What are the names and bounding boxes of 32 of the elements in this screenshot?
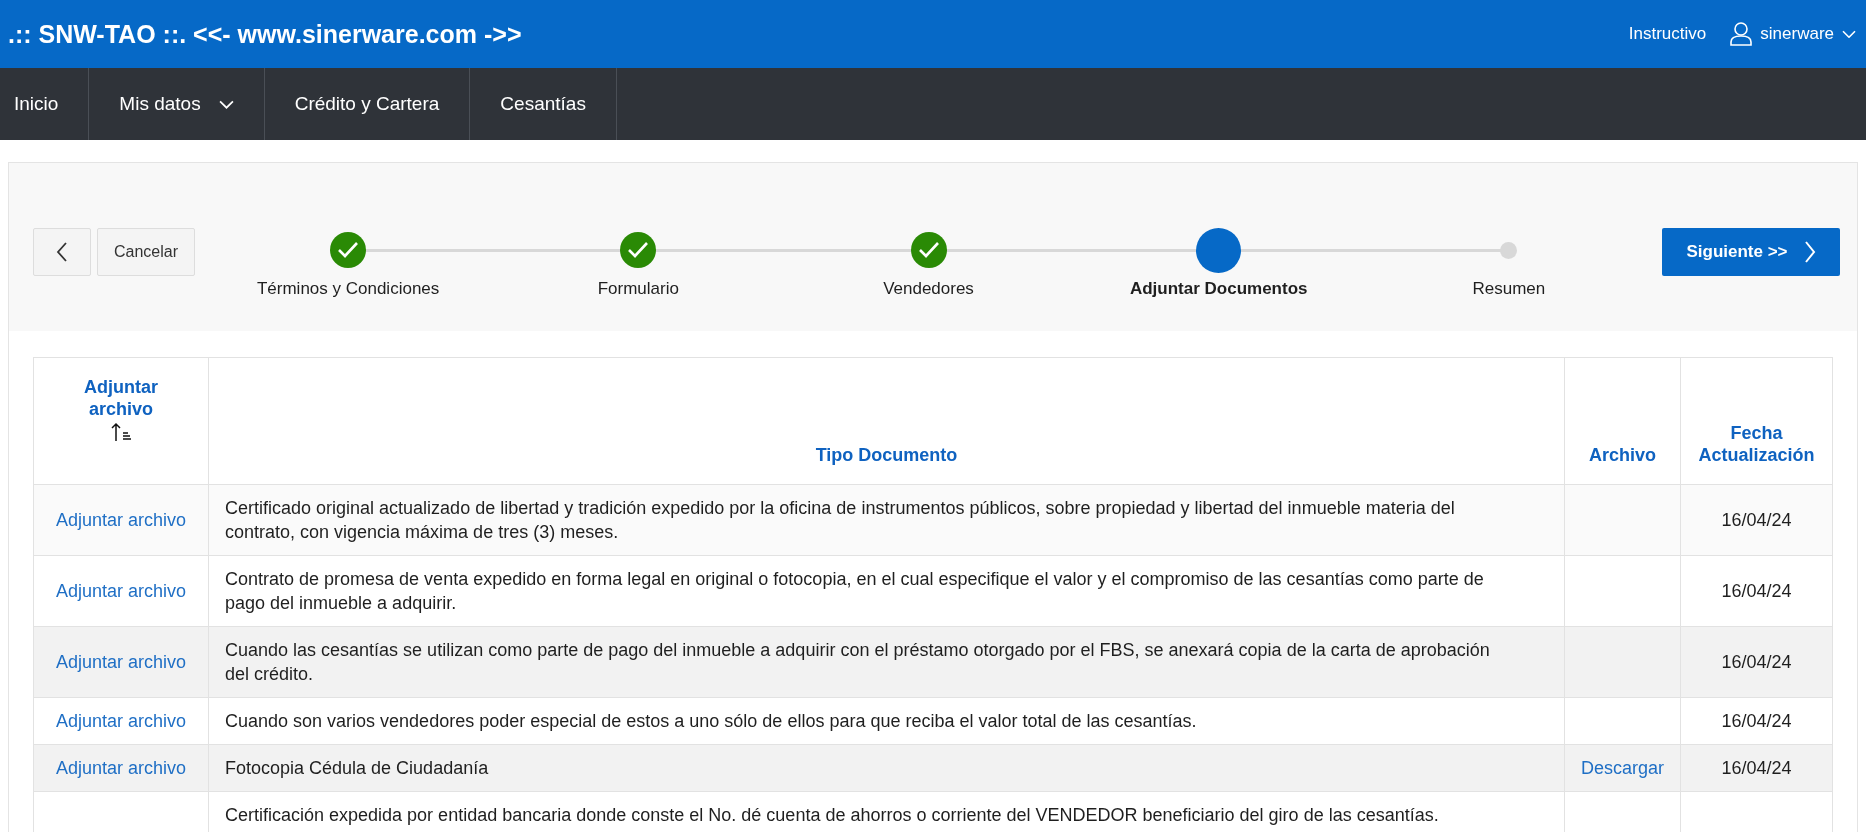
column-header[interactable]: Tipo Documento [217,444,1556,466]
document-type-cell: Certificado original actualizado de libertad y tradición expedido por la oficina de instrumentos públicos, sobre propiedad y libertad del inmueble materia del contrato, con vigencia máxima de tres (3) meses. [225,498,1455,542]
document-type-cell: Certificación expedida por entidad bancaria donde conste el No. dé cuenta de ahorros o corriente del VENDEDOR beneficiario del giro de las cesantías. [225,805,1439,825]
nav-menu-item[interactable]: Mis datos [89,68,265,140]
step-label: Formulario [597,279,679,299]
nav-menu-item[interactable]: Cesantías [470,68,617,140]
step-label: Adjuntar Documentos [1129,279,1308,299]
next-button[interactable]: Siguiente >> [1662,228,1840,276]
date-cell: 16/04/24 [1721,711,1792,731]
chevron-right-icon [1803,241,1816,263]
step-label: Términos y Condiciones [256,279,440,299]
header-link[interactable]: Instructivo [1628,24,1707,44]
document-type-cell: Cuando las cesantías se utilizan como parte de pago del inmueble a adquirir con el préstamo otorgado por el FBS, se anexará copia de la carta de aprobación del crédito. [225,640,1490,684]
date-cell: 16/04/24 [1721,510,1792,530]
cancel-button[interactable]: Cancelar [97,228,196,276]
document-type-cell: Contrato de promesa de venta expedido en forma legal en original o fotocopia, en el cual especifique el valor y el compromiso de las cesantías como parte de pago del inmueble a adquirir. [225,569,1484,613]
date-cell: 16/04/24 [1721,581,1792,601]
date-cell: 16/04/24 [1721,652,1792,672]
nav-menu-item[interactable]: Crédito y Cartera [264,68,471,140]
site-title: .:: SNW-TAO ::. <<- www.sinerware.com ->> [8,19,523,49]
nav-menu-item[interactable]: Inicio [0,68,90,140]
column-header[interactable]: Archivo [1573,444,1672,466]
date-cell: 16/04/24 [1721,758,1792,778]
user-icon [1730,22,1753,46]
step-label: Resumen [1472,279,1546,299]
document-type-cell: Fotocopia Cédula de Ciudadanía [225,758,489,778]
chevron-left-icon [56,242,68,262]
user-menu[interactable]: sinerware [1730,22,1856,46]
document-type-cell: Cuando son varios vendedores poder especial de estos a uno sólo de ellos para que reciba el valor total de las cesantías. [225,711,1197,731]
step-label: Vendedores [883,279,974,299]
chevron-down-icon [1842,29,1856,39]
sort-ascending-icon[interactable] [110,422,132,442]
